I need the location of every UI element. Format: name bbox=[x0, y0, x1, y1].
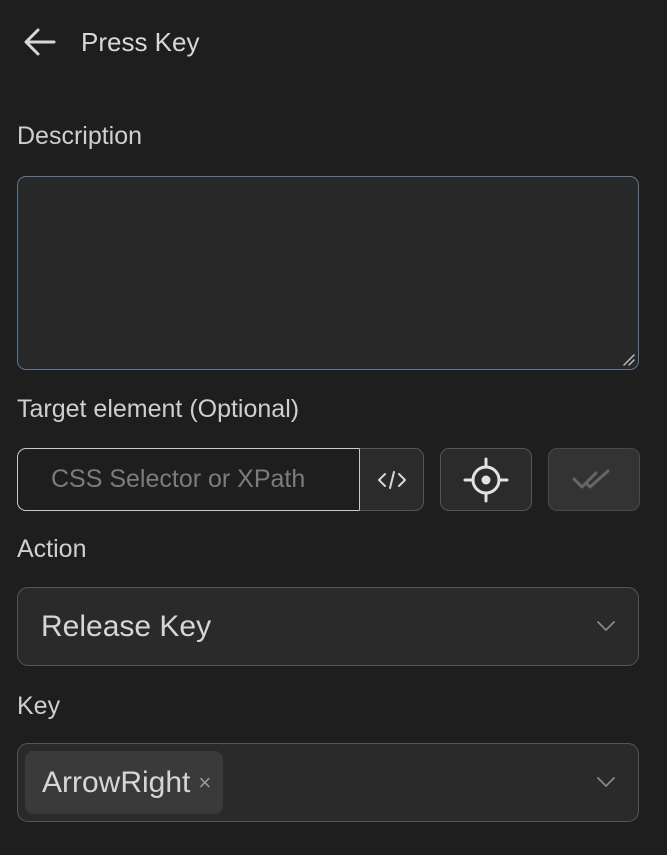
arrow-left-icon bbox=[24, 28, 56, 56]
key-label: Key bbox=[17, 692, 61, 720]
code-editor-button[interactable] bbox=[359, 448, 424, 511]
double-check-icon bbox=[572, 469, 610, 488]
action-selected-value: Release Key bbox=[41, 610, 212, 643]
target-element-label: Target element (Optional) bbox=[17, 395, 300, 423]
chevron-down-icon bbox=[597, 621, 615, 631]
selector-input[interactable] bbox=[18, 449, 360, 510]
back-button[interactable] bbox=[20, 22, 60, 62]
pick-element-button[interactable] bbox=[440, 448, 532, 511]
selector-input-wrapper bbox=[17, 448, 360, 511]
remove-tag-icon[interactable]: × bbox=[198, 771, 211, 794]
code-icon bbox=[377, 470, 406, 489]
crosshair-icon bbox=[463, 457, 509, 502]
action-label: Action bbox=[17, 535, 87, 563]
description-field-wrapper bbox=[17, 176, 639, 370]
resize-grip-icon[interactable] bbox=[621, 352, 635, 366]
page-title: Press Key bbox=[81, 26, 200, 57]
header: Press Key bbox=[20, 22, 200, 62]
description-label: Description bbox=[17, 122, 143, 150]
key-select[interactable]: ArrowRight × bbox=[17, 743, 639, 822]
key-tag: ArrowRight × bbox=[25, 751, 224, 814]
chevron-down-icon bbox=[597, 777, 615, 787]
action-select[interactable]: Release Key bbox=[17, 587, 639, 666]
description-textarea[interactable] bbox=[18, 177, 638, 369]
verify-selector-button[interactable] bbox=[548, 448, 640, 511]
press-key-panel: Press Key Description Target element (Op… bbox=[0, 0, 667, 855]
key-tag-label: ArrowRight bbox=[42, 765, 191, 799]
